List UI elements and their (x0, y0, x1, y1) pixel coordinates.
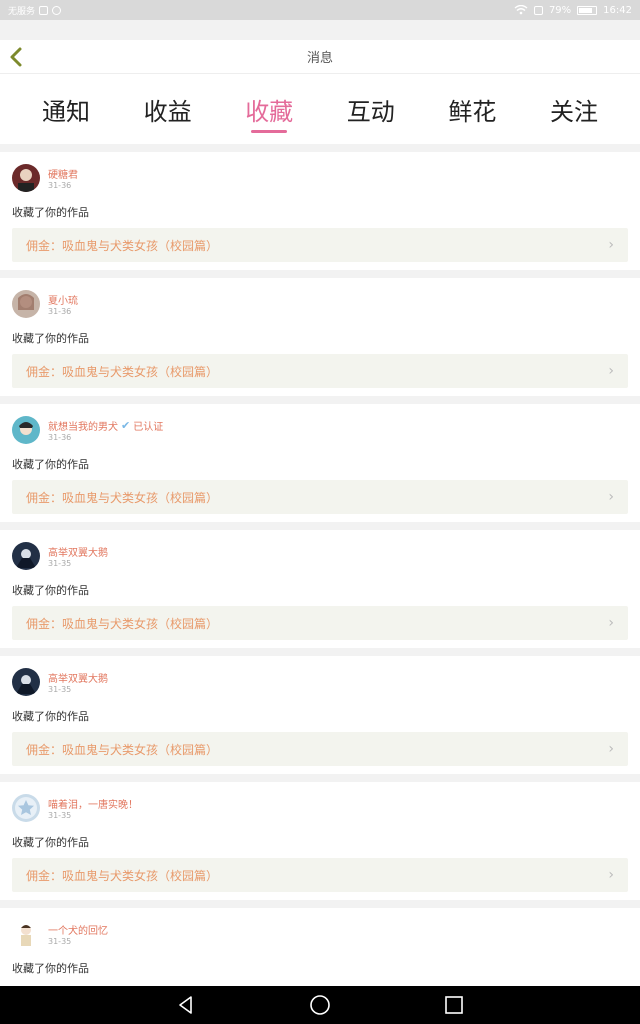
timestamp: 31-35 (48, 685, 72, 694)
tab-flowers[interactable]: 鲜花 (430, 74, 514, 144)
chevron-right-icon: › (608, 615, 614, 631)
username[interactable]: 硬糖君 (48, 166, 78, 181)
tab-favorites[interactable]: 收藏 (227, 74, 311, 144)
action-text: 收藏了你的作品 (12, 836, 89, 849)
username[interactable]: 夏小琉 (48, 292, 78, 307)
work-link[interactable]: 佣金：吸血鬼与犬类女孩（校园篇） › (12, 606, 628, 640)
recents-square-icon[interactable] (444, 995, 464, 1015)
list-item: 喵着泪，一唐实晚！ 31-35 收藏了你的作品 佣金：吸血鬼与犬类女孩（校园篇）… (0, 782, 640, 900)
work-title: 佣金：吸血鬼与犬类女孩（校园篇） (26, 868, 219, 883)
back-arrow-icon[interactable] (6, 44, 28, 70)
username[interactable]: 喵着泪，一唐实晚！ (48, 796, 138, 811)
avatar[interactable] (12, 542, 40, 570)
work-link[interactable]: 佣金：吸血鬼与犬类女孩（校园篇） › (12, 480, 628, 514)
avatar[interactable] (12, 668, 40, 696)
battery-icon (577, 5, 598, 15)
work-link[interactable]: 佣金：吸血鬼与犬类女孩（校园篇） › (12, 354, 628, 388)
username[interactable]: 高举双翼大鹅 (48, 670, 108, 685)
clock: 16:42 (603, 4, 632, 16)
wifi-icon (514, 5, 528, 15)
avatar[interactable] (12, 290, 40, 318)
chevron-right-icon: › (608, 741, 614, 757)
chevron-right-icon: › (608, 363, 614, 379)
timestamp: 31-36 (48, 433, 72, 442)
verified-label: 已认证 (133, 422, 164, 433)
tab-bar: 通知 收益 收藏 互动 鲜花 关注 (0, 74, 640, 144)
action-text: 收藏了你的作品 (12, 458, 89, 471)
username[interactable]: 一个犬的回忆 (48, 922, 108, 937)
action-text: 收藏了你的作品 (12, 584, 89, 597)
work-title: 佣金：吸血鬼与犬类女孩（校园篇） (26, 490, 219, 505)
work-title: 佣金：吸血鬼与犬类女孩（校园篇） (26, 616, 219, 631)
work-link[interactable]: 佣金：吸血鬼与犬类女孩（校园篇） › (12, 732, 628, 766)
timestamp: 31-35 (48, 937, 72, 946)
list-item: 高举双翼大鹅 31-35 收藏了你的作品 佣金：吸血鬼与犬类女孩（校园篇） › (0, 530, 640, 648)
list-item: 就想当我的男犬 ✔ 已认证 31-36 收藏了你的作品 佣金：吸血鬼与犬类女孩（校园… (0, 404, 640, 522)
list-item: 夏小琉 31-36 收藏了你的作品 佣金：吸血鬼与犬类女孩（校园篇） › (0, 278, 640, 396)
timestamp: 31-36 (48, 307, 72, 316)
username[interactable]: 就想当我的男犬 ✔ 已认证 (48, 418, 163, 433)
chevron-right-icon: › (608, 237, 614, 253)
system-nav-bar (0, 986, 640, 1024)
battery-percent: 79% (548, 4, 572, 16)
action-text: 收藏了你的作品 (12, 710, 89, 723)
timestamp: 31-35 (48, 559, 72, 568)
list-item: 硬糖君 31-36 收藏了你的作品 佣金：吸血鬼与犬类女孩（校园篇） › (0, 152, 640, 270)
username[interactable]: 高举双翼大鹅 (48, 544, 108, 559)
tab-notifications[interactable]: 通知 (24, 74, 108, 144)
avatar[interactable] (12, 164, 40, 192)
tab-earnings[interactable]: 收益 (126, 74, 210, 144)
home-circle-icon[interactable] (309, 994, 331, 1016)
work-title: 佣金：吸血鬼与犬类女孩（校园篇） (26, 364, 219, 379)
avatar[interactable] (12, 794, 40, 822)
list-item: 一个犬的回忆 31-35 收藏了你的作品 (0, 908, 640, 986)
tab-interactions[interactable]: 互动 (329, 74, 413, 144)
gallery-icon (39, 5, 49, 15)
work-link[interactable]: 佣金：吸血鬼与犬类女孩（校园篇） › (12, 858, 628, 892)
work-title: 佣金：吸血鬼与犬类女孩（校园篇） (26, 742, 219, 757)
verified-check-icon: ✔ (121, 419, 131, 432)
tab-follows[interactable]: 关注 (532, 74, 616, 144)
sim-icon (533, 5, 543, 15)
page-header: 消息 (0, 40, 640, 74)
chevron-right-icon: › (608, 489, 614, 505)
list-item: 高举双翼大鹅 31-35 收藏了你的作品 佣金：吸血鬼与犬类女孩（校园篇） › (0, 656, 640, 774)
chevron-right-icon: › (608, 867, 614, 883)
avatar[interactable] (12, 920, 40, 948)
sync-icon (52, 5, 62, 15)
page-title: 消息 (306, 51, 333, 66)
action-text: 收藏了你的作品 (12, 332, 89, 345)
action-text: 收藏了你的作品 (12, 962, 89, 975)
work-title: 佣金：吸血鬼与犬类女孩（校园篇） (26, 238, 219, 253)
back-triangle-icon[interactable] (176, 995, 196, 1015)
timestamp: 31-35 (48, 811, 72, 820)
avatar[interactable] (12, 416, 40, 444)
status-bar: 无服务 79% 16:42 (0, 0, 640, 20)
message-list: 硬糖君 31-36 收藏了你的作品 佣金：吸血鬼与犬类女孩（校园篇） › 夏小琉 … (0, 152, 640, 986)
work-link[interactable]: 佣金：吸血鬼与犬类女孩（校园篇） › (12, 228, 628, 262)
action-text: 收藏了你的作品 (12, 206, 89, 219)
timestamp: 31-36 (48, 181, 72, 190)
carrier-text: 无服务 (8, 6, 36, 17)
